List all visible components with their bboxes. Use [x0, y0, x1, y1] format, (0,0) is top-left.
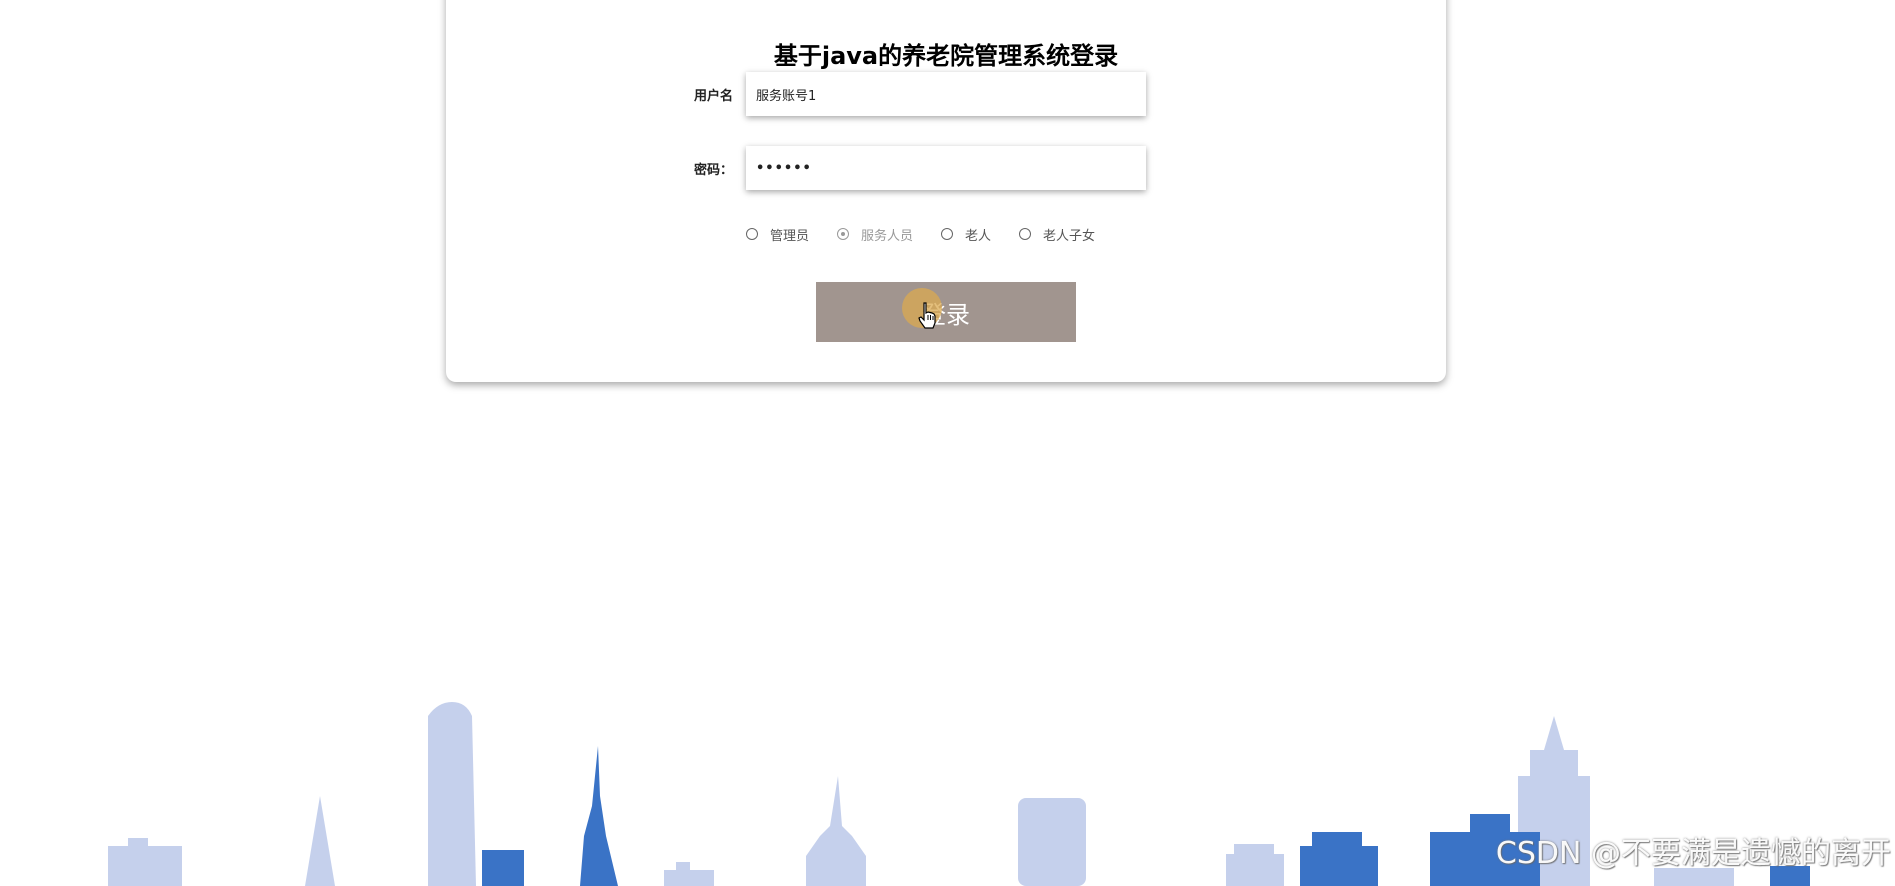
page-title: 基于java的养老院管理系统登录 [773, 42, 1119, 70]
username-row: 用户名 [446, 72, 1446, 116]
hand-cursor-icon [918, 302, 936, 329]
radio-icon[interactable] [746, 228, 758, 240]
watermark-text: CSDN @不要满是遗憾的离开 [1495, 836, 1891, 871]
role-option-elder-children[interactable]: 老人子女 [1019, 225, 1095, 244]
role-label: 老人 [965, 228, 992, 244]
role-option-service-staff[interactable]: 服务人员 [837, 225, 913, 244]
role-option-elder[interactable]: 老人 [941, 225, 991, 244]
role-option-admin[interactable]: 管理员 [746, 225, 809, 244]
password-row: 密码： [446, 146, 1446, 190]
login-button[interactable]: 登录 [816, 282, 1076, 342]
username-label: 用户名 [694, 89, 734, 104]
radio-icon[interactable] [1019, 228, 1032, 240]
username-input[interactable] [746, 72, 1146, 116]
radio-icon[interactable] [941, 228, 954, 240]
password-input[interactable] [746, 146, 1146, 190]
page: 基于java的养老院管理系统登录 用户名 密码： 管理员 服务人员 老人 [0, 0, 1895, 886]
password-label: 密码： [694, 163, 734, 178]
role-radio-group: 管理员 服务人员 老人 老人子女 [746, 224, 1123, 244]
role-label: 管理员 [770, 228, 810, 244]
role-label: 服务人员 [861, 228, 914, 244]
radio-checked-icon[interactable] [837, 228, 850, 240]
role-label: 老人子女 [1043, 228, 1096, 244]
login-card: 基于java的养老院管理系统登录 用户名 密码： 管理员 服务人员 老人 [446, 0, 1446, 382]
